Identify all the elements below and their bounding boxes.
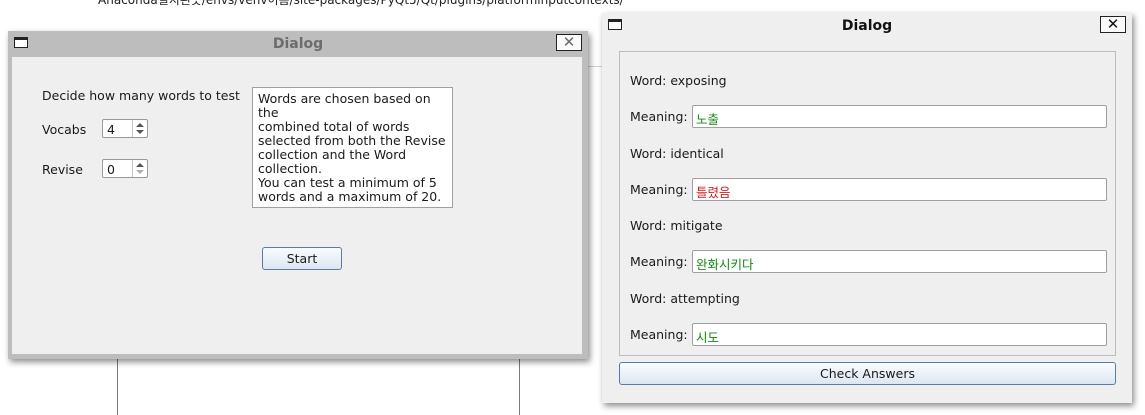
close-icon[interactable]: ✕: [556, 34, 582, 51]
dialog-titlebar[interactable]: Dialog ✕: [602, 13, 1132, 39]
start-button[interactable]: Start: [262, 247, 342, 270]
word-label: Word: exposing: [630, 73, 727, 88]
vocabs-value: 4: [107, 122, 115, 137]
quiz-group-box: Word: exposing Meaning: 노출 Word: identic…: [619, 51, 1116, 356]
meaning-label: Meaning:: [630, 254, 688, 269]
spin-up-icon[interactable]: [136, 123, 144, 127]
dialog-title: Dialog: [841, 18, 893, 34]
spin-down-icon[interactable]: [136, 170, 144, 174]
meaning-row: Meaning: 시도: [630, 323, 1108, 347]
instruction-label: Decide how many words to test: [42, 88, 240, 103]
word-label: Word: identical: [630, 146, 724, 161]
background-path-text: Anaconda설치된곳/envs/venv이름/site-packages/P…: [98, 0, 624, 7]
revise-spinbox[interactable]: 0: [102, 159, 148, 178]
meaning-row: Meaning: 노출: [630, 105, 1108, 129]
dialog-titlebar[interactable]: Dialog ✕: [8, 31, 588, 57]
meaning-input[interactable]: 틀렸음: [692, 178, 1107, 201]
info-text-box: Words are chosen based on the combined t…: [252, 87, 453, 208]
window-icon[interactable]: [14, 37, 28, 48]
word-label: Word: mitigate: [630, 218, 723, 233]
check-answers-button[interactable]: Check Answers: [619, 362, 1116, 385]
background-window-edge: [117, 355, 520, 415]
vocabs-spinbox[interactable]: 4: [102, 119, 148, 138]
close-icon[interactable]: ✕: [1100, 16, 1126, 33]
spin-up-icon[interactable]: [136, 163, 144, 167]
spin-down-icon[interactable]: [136, 130, 144, 134]
dialog-client-area: Decide how many words to test Vocabs 4 R…: [12, 57, 582, 354]
word-count-dialog: Dialog ✕ Decide how many words to test V…: [8, 31, 588, 359]
meaning-label: Meaning:: [630, 327, 688, 342]
meaning-label: Meaning:: [630, 182, 688, 197]
meaning-input[interactable]: 시도: [692, 323, 1107, 346]
meaning-input[interactable]: 완화시키다: [692, 250, 1107, 273]
quiz-dialog: Dialog ✕ Word: exposing Meaning: 노출 Word…: [602, 13, 1132, 403]
window-icon[interactable]: [608, 19, 622, 30]
vocabs-spin-arrows[interactable]: [132, 120, 147, 137]
dialog-title: Dialog: [272, 36, 324, 52]
word-label: Word: attempting: [630, 291, 740, 306]
meaning-label: Meaning:: [630, 109, 688, 124]
revise-value: 0: [107, 162, 115, 177]
revise-spin-arrows[interactable]: [132, 160, 147, 177]
meaning-row: Meaning: 완화시키다: [630, 250, 1108, 274]
meaning-row: Meaning: 틀렸음: [630, 178, 1108, 202]
vocabs-label: Vocabs: [42, 122, 87, 137]
meaning-input[interactable]: 노출: [692, 105, 1107, 128]
revise-label: Revise: [42, 162, 83, 177]
